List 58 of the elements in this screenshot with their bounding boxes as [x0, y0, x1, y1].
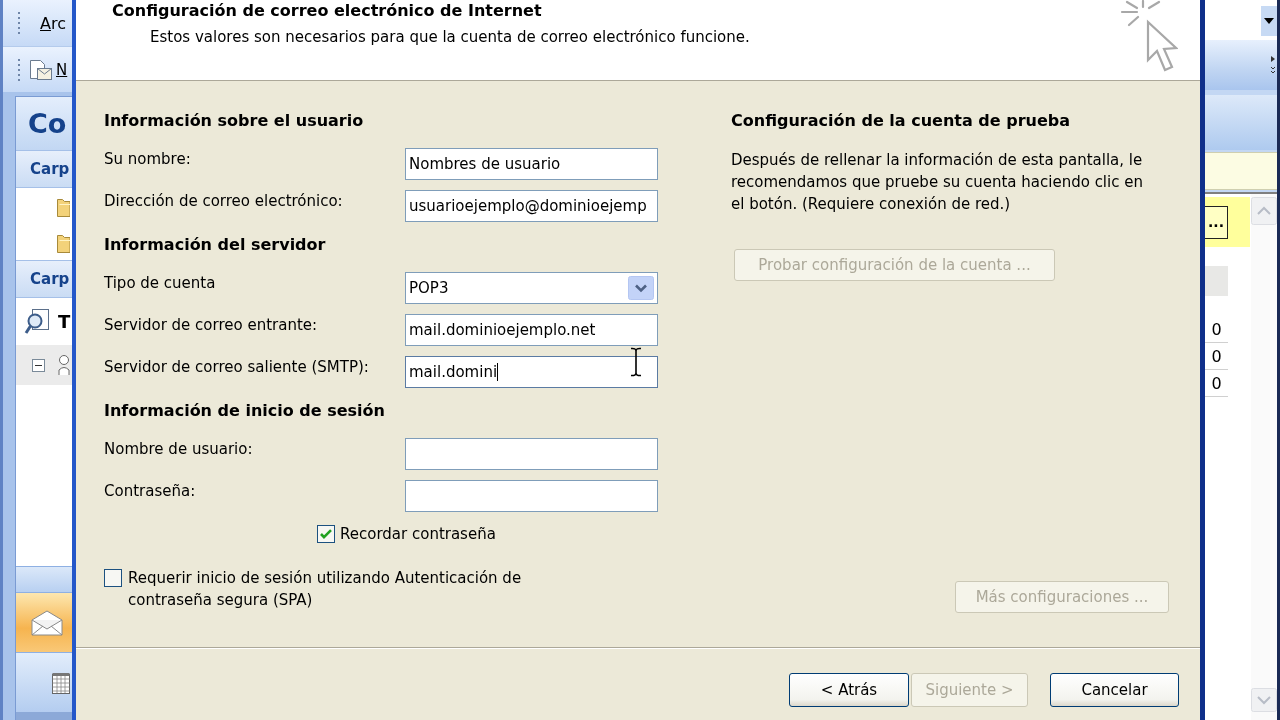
- section-heading: Información sobre el usuario: [104, 111, 365, 131]
- section-header[interactable]: Carp: [16, 260, 72, 298]
- field-label: Nombre de usuario:: [104, 439, 254, 460]
- text-field[interactable]: Nombres de usuario: [405, 148, 658, 180]
- field-label: Contraseña:: [104, 481, 197, 502]
- item-count: 0: [1205, 296, 1228, 343]
- checkbox[interactable]: [104, 569, 122, 587]
- ibeam-cursor-icon: [630, 347, 642, 377]
- dialog-title: Configuración de correo electrónico de Internet: [112, 0, 543, 22]
- caret-down-icon[interactable]: [1261, 6, 1277, 36]
- grip-icon: [17, 58, 21, 81]
- toolbar-panel: [1205, 95, 1277, 150]
- test-settings-button: Probar configuración de la cuenta ...: [734, 249, 1055, 281]
- envelope-icon: [30, 608, 64, 637]
- envelope-icon: [28, 58, 52, 81]
- menu-item[interactable]: Arc: [40, 13, 66, 33]
- splitter-bar[interactable]: [16, 566, 72, 592]
- next-button: Siguiente >: [911, 673, 1028, 707]
- section-heading: Información de inicio de sesión: [104, 401, 386, 421]
- overflow-icon[interactable]: [1270, 54, 1276, 76]
- section-header[interactable]: Carp: [16, 150, 72, 188]
- section-heading: Configuración de la cuenta de prueba: [731, 111, 1070, 131]
- nav-button[interactable]: [16, 652, 72, 712]
- text-field[interactable]: mail.dominioejemplo.net: [405, 314, 658, 346]
- field-label: Tipo de cuenta: [104, 273, 217, 294]
- field-label: Servidor de correo saliente (SMTP):: [104, 357, 370, 378]
- text-field[interactable]: usuarioejemplo@dominioejemp: [405, 190, 658, 222]
- nav-button[interactable]: [16, 592, 72, 652]
- text-caret-icon: [497, 363, 499, 381]
- section-heading: Información del servidor: [104, 235, 327, 255]
- description-text: Después de rellenar la información de esta pantalla, le recomendamos que pruebe su cuenta haciendo clic en el botón. (Requiere conexión de red.): [731, 150, 1144, 215]
- more-settings-button: Más configuraciones ...: [955, 581, 1169, 613]
- field-label: Su nombre:: [104, 149, 192, 170]
- chevron-down-icon[interactable]: [628, 276, 654, 300]
- pane-footer: [16, 712, 72, 720]
- nav-item[interactable]: T: [16, 298, 72, 345]
- back-button[interactable]: < Atrás: [789, 673, 909, 707]
- collapse-icon[interactable]: [32, 358, 45, 372]
- checkbox[interactable]: [317, 525, 335, 543]
- item-count: 0: [1205, 370, 1228, 397]
- person-icon: [58, 354, 70, 376]
- checkbox-label[interactable]: Recordar contraseña: [340, 524, 496, 544]
- search-icon: [24, 307, 50, 336]
- cancel-button[interactable]: Cancelar: [1050, 673, 1179, 707]
- text-field[interactable]: [405, 480, 658, 512]
- pane-title: Co: [16, 97, 72, 150]
- field-label: Dirección de correo electrónico:: [104, 191, 344, 212]
- calendar-icon: [52, 671, 70, 694]
- grip-icon: [17, 12, 21, 34]
- info-bar: [1205, 152, 1277, 190]
- field-label: Servidor de correo entrante:: [104, 315, 319, 336]
- dropdown[interactable]: POP3: [405, 272, 658, 304]
- more-button[interactable]: ...: [1205, 205, 1228, 239]
- text-field[interactable]: [405, 438, 658, 470]
- dialog-subtitle: Estos valores son necesarios para que la cuenta de correo electrónico funcione.: [150, 27, 750, 48]
- checkbox-label[interactable]: Requerir inicio de sesión utilizando Autenticación de contraseña segura (SPA): [128, 567, 568, 611]
- text-field[interactable]: mail.domini: [405, 356, 658, 388]
- item-count: 0: [1205, 343, 1228, 370]
